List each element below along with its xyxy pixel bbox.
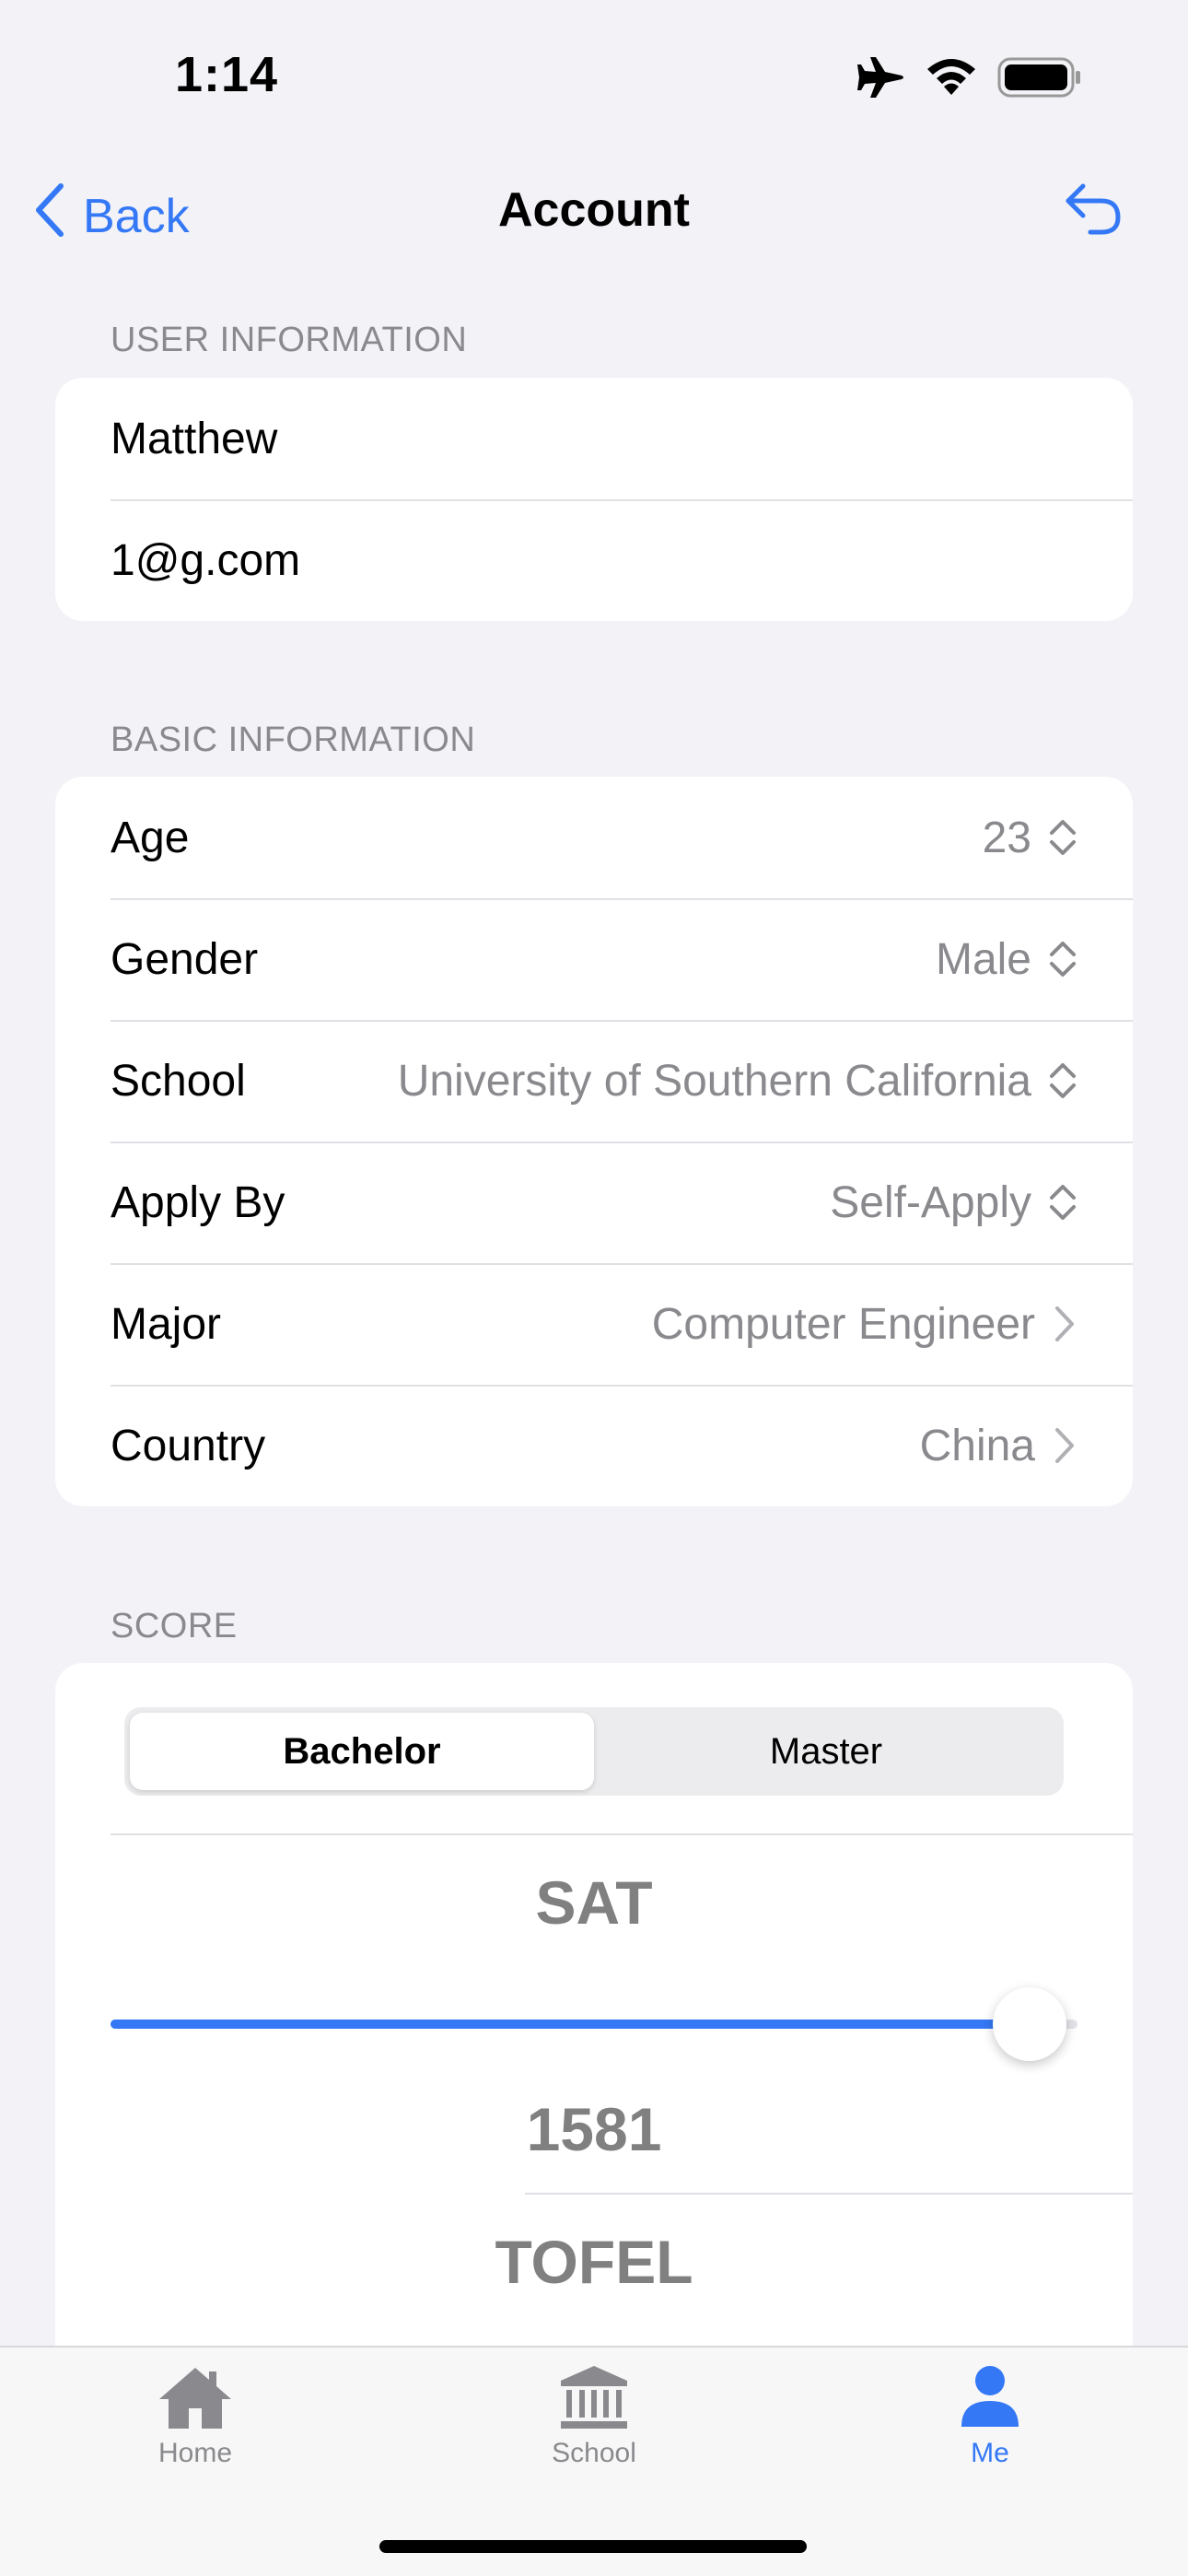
slider-fill (111, 2020, 1030, 2029)
page-title: Account (498, 183, 690, 237)
status-time: 1:14 (175, 47, 279, 102)
school-value: University of Southern California (397, 1056, 1031, 1106)
chevron-up-down-icon (1048, 818, 1077, 857)
slider-thumb[interactable] (992, 1987, 1066, 2061)
battery-icon (997, 57, 1082, 98)
divider (111, 1833, 1133, 1835)
section-header-basic-information: BASIC INFORMATION (111, 720, 476, 759)
score-card: Bachelor Master SAT 1581 TOFEL (55, 1663, 1133, 2363)
gender-value: Male (935, 934, 1031, 984)
chevron-up-down-icon (1048, 1061, 1077, 1100)
user-information-card: Matthew 1@g.com (55, 378, 1133, 621)
status-bar: 1:14 (0, 0, 1188, 157)
chevron-right-icon (1052, 1305, 1077, 1343)
segment-master[interactable]: Master (594, 1713, 1058, 1790)
school-picker-row[interactable]: School University of Southern California (55, 1020, 1133, 1142)
tab-me[interactable]: Me (898, 2364, 1082, 2469)
age-value: 23 (982, 813, 1031, 862)
navigation-bar: Back Account (0, 166, 1188, 258)
apply-by-value: Self-Apply (830, 1177, 1031, 1227)
segment-bachelor[interactable]: Bachelor (130, 1713, 594, 1790)
sat-score-value: 1581 (526, 2095, 662, 2163)
basic-information-card: Age 23 Gender Male School University of … (55, 777, 1133, 1506)
major-label: Major (111, 1299, 222, 1349)
divider (525, 2193, 1133, 2195)
country-value: China (919, 1421, 1035, 1470)
tab-home-label: Home (157, 2438, 233, 2468)
tab-school-label: School (552, 2438, 636, 2468)
apply-by-label: Apply By (111, 1177, 285, 1227)
major-value: Computer Engineer (651, 1299, 1035, 1349)
gender-picker-row[interactable]: Gender Male (55, 898, 1133, 1020)
tab-me-label: Me (971, 2438, 1009, 2468)
sat-label: SAT (535, 1868, 653, 1937)
major-row[interactable]: Major Computer Engineer (55, 1263, 1133, 1385)
undo-button[interactable] (1063, 181, 1124, 242)
age-picker-row[interactable]: Age 23 (55, 777, 1133, 898)
age-label: Age (111, 813, 190, 862)
apply-by-picker-row[interactable]: Apply By Self-Apply (55, 1142, 1133, 1263)
person-icon (958, 2364, 1022, 2438)
degree-segmented-control[interactable]: Bachelor Master (124, 1707, 1064, 1796)
chevron-up-down-icon (1048, 1183, 1077, 1222)
country-row[interactable]: Country China (55, 1385, 1133, 1506)
house-icon (156, 2364, 235, 2438)
name-field[interactable]: Matthew (55, 378, 1133, 499)
tofel-label: TOFEL (495, 2228, 693, 2296)
tab-home[interactable]: Home (103, 2364, 287, 2469)
section-header-user-information: USER INFORMATION (111, 321, 468, 359)
wifi-icon (926, 58, 977, 97)
name-value: Matthew (111, 414, 278, 463)
airplane-icon (856, 55, 905, 100)
email-value: 1@g.com (111, 535, 301, 585)
tab-school[interactable]: School (502, 2364, 686, 2469)
chevron-right-icon (1052, 1426, 1077, 1465)
arrow-uturn-left-icon (1063, 183, 1124, 241)
building-columns-icon (557, 2364, 631, 2438)
school-label: School (111, 1056, 246, 1106)
section-header-score: SCORE (111, 1607, 238, 1645)
status-icons (856, 55, 1082, 100)
gender-label: Gender (111, 934, 259, 984)
chevron-up-down-icon (1048, 940, 1077, 978)
home-indicator (379, 2540, 807, 2553)
sat-slider[interactable] (111, 1983, 1077, 2066)
country-label: Country (111, 1421, 266, 1470)
email-field[interactable]: 1@g.com (55, 499, 1133, 621)
